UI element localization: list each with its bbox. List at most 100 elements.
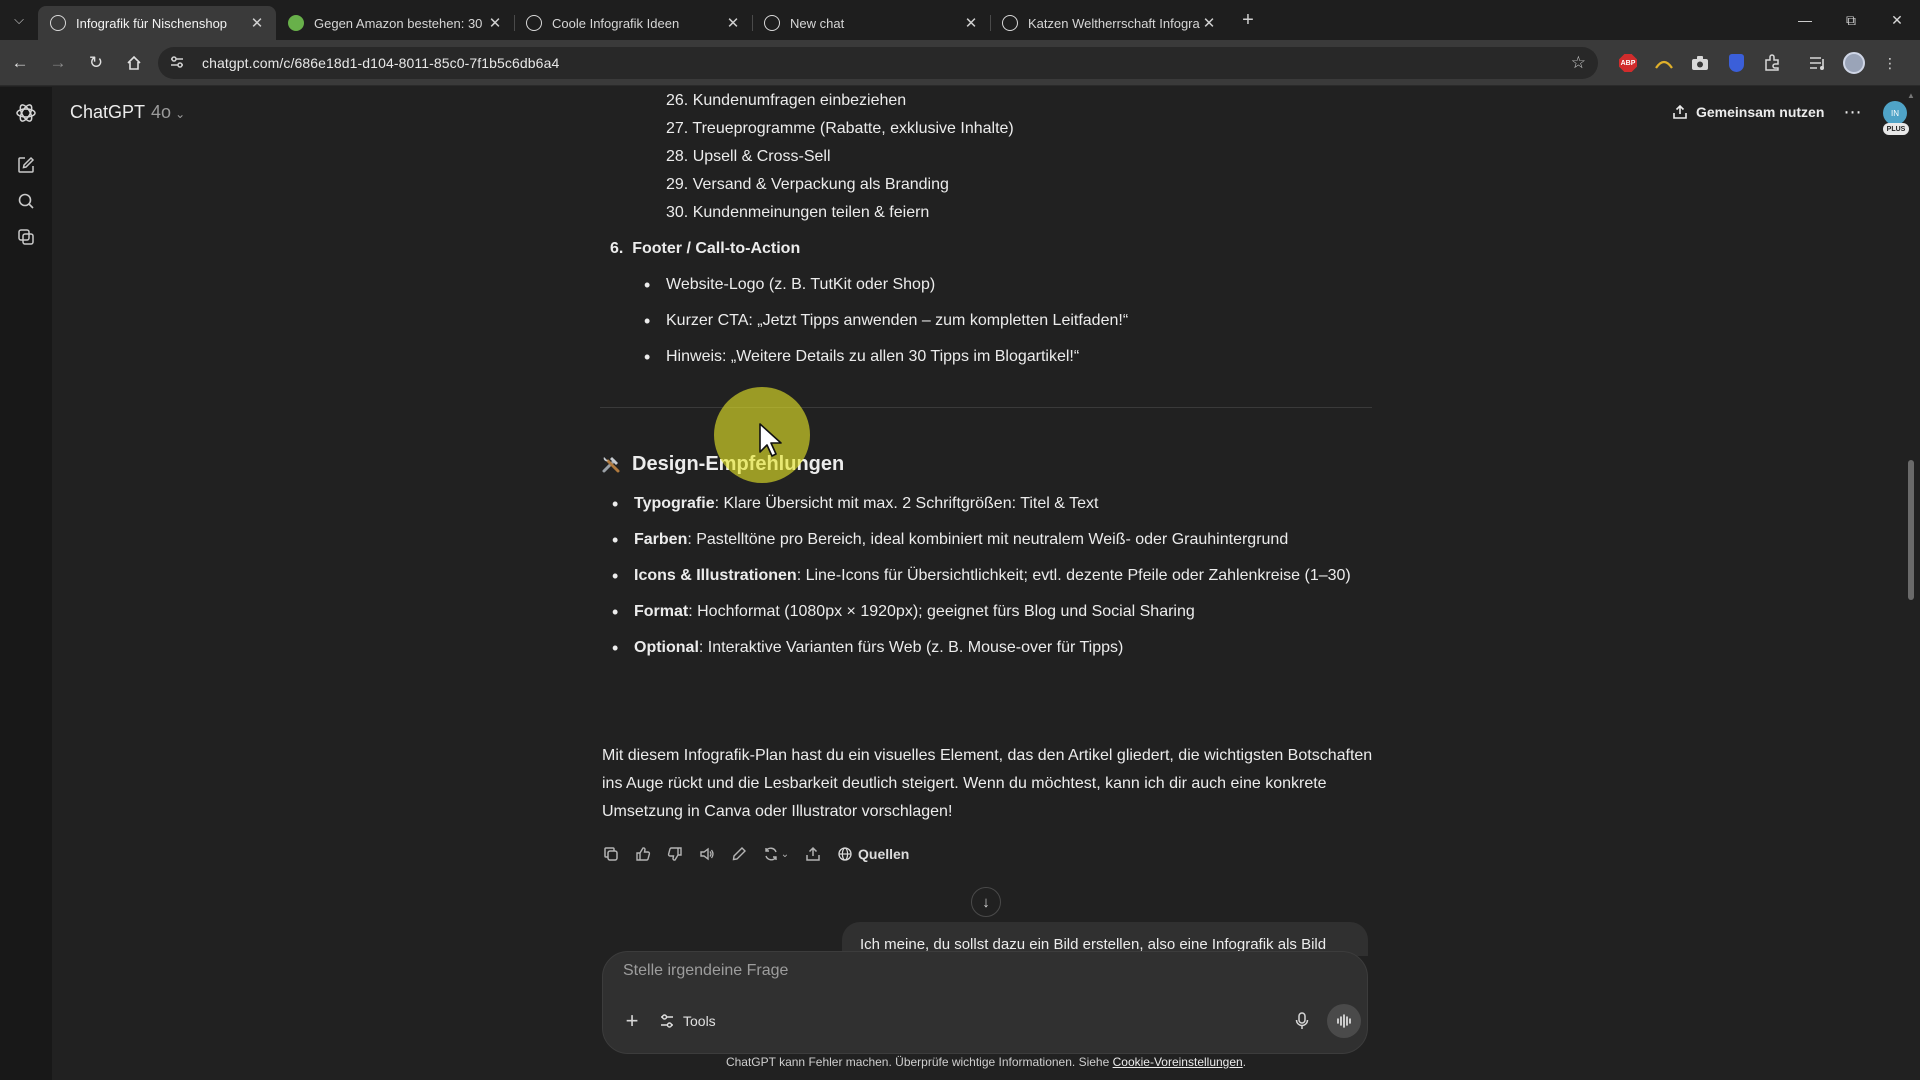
share-button[interactable]: Gemeinsam nutzen (1672, 97, 1824, 127)
closing-paragraph: Mit diesem Infografik-Plan hast du ein v… (602, 747, 1373, 820)
list-item: Hinweis: „Weitere Details zu allen 30 Ti… (644, 343, 1079, 371)
chatgpt-favicon-icon (764, 15, 780, 31)
address-bar[interactable]: chatgpt.com/c/686e18d1-d104-8011-85c0-7f… (158, 47, 1598, 79)
tab-gegen-amazon[interactable]: Gegen Amazon bestehen: 30 Ti ✕ (276, 6, 515, 40)
tools-label: Tools (683, 1013, 716, 1029)
list-item: Website-Logo (z. B. TutKit oder Shop) (644, 271, 935, 299)
library-icon[interactable] (14, 225, 38, 249)
tab-title: Coole Infografik Ideen (552, 15, 680, 31)
hammer-wrench-icon (600, 453, 622, 475)
list-item: 30. Kundenmeinungen teilen & feiern (666, 204, 930, 221)
globe-icon (838, 847, 852, 861)
tab-close-icon[interactable]: ✕ (1200, 14, 1218, 32)
section-heading: 6. Footer / Call-to-Action (610, 240, 801, 257)
adblock-extension-icon[interactable]: ABP (1612, 47, 1644, 79)
sidebar-rail (0, 87, 52, 1080)
scrollbar-thumb[interactable] (1908, 460, 1914, 600)
list-item: Optional: Interaktive Varianten fürs Web… (612, 634, 1123, 662)
cookie-settings-link[interactable]: Cookie-Voreinstellungen (1113, 1055, 1243, 1069)
tools-sliders-icon (661, 1014, 673, 1028)
bitwarden-shield-icon[interactable] (1720, 47, 1752, 79)
browser-toolbar: ← → ↻ chatgpt.com/c/686e18d1-d104-8011-8… (0, 40, 1920, 86)
window-controls: — ⧉ ✕ (1782, 0, 1920, 40)
list-item: 27. Treueprogramme (Rabatte, exklusive I… (666, 120, 1014, 137)
tab-new-chat[interactable]: New chat ✕ (752, 6, 991, 40)
user-avatar[interactable]: IN (1883, 101, 1907, 125)
model-name: 4o (151, 102, 172, 122)
divider (600, 407, 1372, 408)
sources-button[interactable]: Quellen (838, 846, 909, 862)
regenerate-icon[interactable]: ⌄ (762, 845, 790, 863)
extensions-puzzle-icon[interactable] (1756, 47, 1788, 79)
prompt-input[interactable]: Stelle irgendeine Frage (623, 962, 788, 980)
share-upload-icon (1673, 104, 1687, 119)
new-chat-icon[interactable] (14, 153, 38, 177)
disclaimer: ChatGPT kann Fehler machen. Überprüfe wi… (725, 1055, 1247, 1069)
voice-mode-waveform-icon[interactable] (1327, 1004, 1361, 1038)
site-settings-icon[interactable] (170, 55, 190, 72)
url-text: chatgpt.com/c/686e18d1-d104-8011-85c0-7f… (202, 55, 560, 71)
tab-title: Katzen Weltherrschaft Infografi (1028, 15, 1200, 31)
home-icon[interactable] (116, 45, 152, 81)
microphone-icon[interactable] (1289, 1008, 1315, 1034)
restore-icon[interactable]: ⧉ (1828, 0, 1874, 40)
list-item: Farben: Pastelltöne pro Bereich, ideal k… (612, 526, 1288, 554)
page-scrollbar[interactable]: ▲ (1907, 87, 1915, 1080)
extensions-area: ABP ⋮ (1612, 47, 1906, 79)
browser-menu-icon[interactable]: ⋮ (1874, 47, 1906, 79)
tab-title: Gegen Amazon bestehen: 30 Ti (314, 15, 486, 31)
list-item: Typografie: Klare Übersicht mit max. 2 S… (612, 490, 1098, 518)
tab-title: New chat (790, 15, 845, 31)
scroll-up-arrow-icon[interactable]: ▲ (1907, 91, 1915, 100)
profile-avatar-icon[interactable] (1838, 47, 1870, 79)
back-arrow-icon[interactable]: ← (2, 45, 38, 81)
share-icon[interactable] (804, 845, 822, 863)
list-item: 28. Upsell & Cross-Sell (666, 148, 831, 165)
list-item: Icons & Illustrationen: Line-Icons für Ü… (612, 562, 1351, 590)
extension-curve-icon[interactable] (1648, 47, 1680, 79)
tab-title: Infografik für Nischenshop (76, 15, 228, 31)
more-options-icon[interactable]: ⋯ (1838, 97, 1868, 127)
new-tab-plus-icon[interactable]: + (1232, 4, 1264, 36)
tab-close-icon[interactable]: ✕ (724, 14, 742, 32)
bookmark-star-icon[interactable]: ☆ (1571, 53, 1586, 73)
chatgpt-favicon-icon (526, 15, 542, 31)
edit-canvas-icon[interactable] (730, 845, 748, 863)
tab-close-icon[interactable]: ✕ (486, 14, 504, 32)
list-item: Kurzer CTA: „Jetzt Tipps anwenden – zum … (644, 307, 1128, 335)
chatgpt-favicon-icon (1002, 15, 1018, 31)
forward-arrow-icon[interactable]: → (40, 45, 76, 81)
sources-label: Quellen (858, 846, 910, 862)
search-chats-icon[interactable] (14, 189, 38, 213)
mouse-pointer-icon (759, 423, 782, 457)
browser-tab-strip: ⌵ Infografik für Nischenshop ✕ Gegen Ama… (0, 0, 1920, 40)
scroll-to-bottom-arrow-icon[interactable]: ↓ (971, 887, 1001, 917)
reload-icon[interactable]: ↻ (78, 45, 114, 81)
attach-plus-icon[interactable]: + (619, 1008, 645, 1034)
tab-infografik-nischenshop[interactable]: Infografik für Nischenshop ✕ (38, 6, 276, 40)
camera-extension-icon[interactable] (1684, 47, 1716, 79)
read-aloud-speaker-icon[interactable] (698, 845, 716, 863)
model-selector[interactable]: ChatGPT 4o ⌄ (70, 102, 185, 123)
chevron-down-icon: ⌄ (175, 107, 186, 121)
list-item: 29. Versand & Verpackung als Branding (666, 176, 949, 193)
prompt-composer[interactable]: Stelle irgendeine Frage + Tools (602, 951, 1368, 1054)
minimize-icon[interactable]: — (1782, 0, 1828, 40)
message-actions: ⌄ Quellen (602, 842, 909, 866)
thumbs-up-icon[interactable] (634, 845, 652, 863)
tab-close-icon[interactable]: ✕ (962, 14, 980, 32)
app-title: ChatGPT (70, 102, 146, 122)
thumbs-down-icon[interactable] (666, 845, 684, 863)
tools-button[interactable]: Tools (659, 1008, 716, 1034)
tab-close-icon[interactable]: ✕ (248, 14, 266, 32)
window-close-icon[interactable]: ✕ (1874, 0, 1920, 40)
media-controls-icon[interactable] (1802, 47, 1834, 79)
tab-katzen-weltherrschaft[interactable]: Katzen Weltherrschaft Infografi ✕ (990, 6, 1228, 40)
openai-logo-icon[interactable] (14, 101, 38, 125)
copy-icon[interactable] (602, 845, 620, 863)
plan-badge: PLUS (1883, 123, 1909, 135)
chatgpt-app: ChatGPT 4o ⌄ Gemeinsam nutzen ⋯ IN PLUS ▲ … (0, 87, 1920, 1080)
tab-search-chevron-icon[interactable]: ⌵ (0, 0, 38, 40)
chatgpt-favicon-icon (50, 15, 66, 31)
tab-coole-infografik[interactable]: Coole Infografik Ideen ✕ (514, 6, 753, 40)
